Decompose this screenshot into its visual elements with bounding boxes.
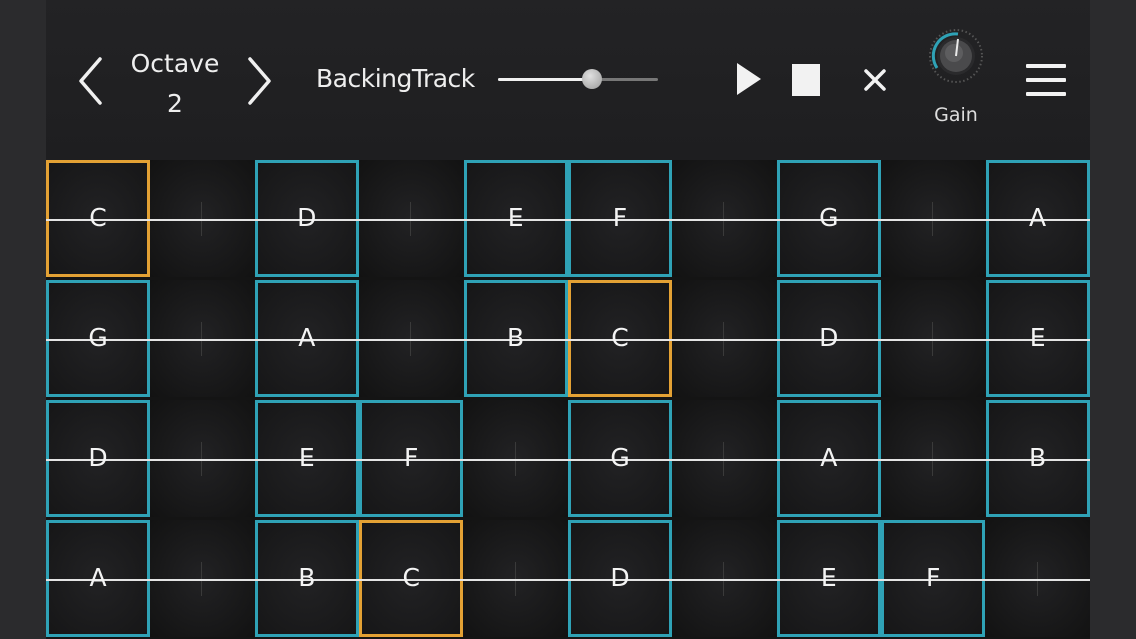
close-icon[interactable] xyxy=(860,64,890,96)
note-label: F xyxy=(612,203,628,232)
fretboard-row: A B C D E F xyxy=(46,520,1090,639)
note-label: B xyxy=(298,563,316,592)
root-note-pad[interactable]: C xyxy=(359,520,464,637)
note-label: B xyxy=(507,323,525,352)
scale-note-pad[interactable]: F xyxy=(568,160,672,277)
scale-note-pad[interactable]: G xyxy=(568,400,672,517)
backing-track-volume-slider[interactable] xyxy=(498,68,658,92)
right-frame xyxy=(1090,0,1136,639)
note-label: B xyxy=(1029,443,1047,472)
note-label: F xyxy=(925,563,941,592)
scale-note-pad[interactable]: E xyxy=(463,160,568,277)
octave-value: 2 xyxy=(167,89,183,118)
scale-note-pad[interactable]: F xyxy=(359,400,464,517)
hamburger-menu-icon[interactable] xyxy=(1026,62,1066,98)
scale-note-pad[interactable]: A xyxy=(46,520,150,637)
note-label: C xyxy=(402,563,420,592)
note-label: G xyxy=(610,443,630,472)
note-label: A xyxy=(820,443,838,472)
scale-note-pad[interactable]: B xyxy=(463,280,568,397)
note-label: A xyxy=(89,563,107,592)
octave-label: Octave xyxy=(130,49,220,78)
note-label: A xyxy=(298,323,316,352)
backing-track-label: BackingTrack xyxy=(316,64,475,93)
string-line xyxy=(46,339,1090,341)
note-label: E xyxy=(820,563,837,592)
note-label: G xyxy=(88,323,108,352)
note-label: D xyxy=(88,443,108,472)
note-label: C xyxy=(89,203,107,232)
gain-knob-icon[interactable] xyxy=(928,28,984,84)
octave-display: Octave 2 xyxy=(126,44,224,124)
scale-note-pad[interactable]: D xyxy=(254,160,359,277)
scale-note-pad[interactable]: F xyxy=(881,520,986,637)
slider-fill xyxy=(498,78,593,81)
chevron-left-icon[interactable] xyxy=(76,56,104,106)
note-label: D xyxy=(297,203,317,232)
slider-thumb[interactable] xyxy=(582,69,603,89)
fretboard-row: CDEFGA xyxy=(46,160,1090,280)
scale-note-pad[interactable]: D xyxy=(568,520,672,637)
note-label: C xyxy=(611,323,629,352)
note-label: G xyxy=(819,203,839,232)
note-label: F xyxy=(403,443,419,472)
scale-note-pad[interactable]: E xyxy=(776,520,881,637)
note-label: E xyxy=(1029,323,1046,352)
fretboard-row: GABCDE xyxy=(46,280,1090,400)
root-note-pad[interactable]: C xyxy=(568,280,672,397)
scale-note-pad[interactable]: D xyxy=(46,400,150,517)
left-frame xyxy=(0,0,46,639)
fretboard-grid: C D E F G A G A B C D E D E F G A B A B C D E F xyxy=(46,160,1090,639)
note-label: E xyxy=(507,203,524,232)
play-icon[interactable] xyxy=(736,62,762,96)
root-note-pad[interactable]: C xyxy=(46,160,150,277)
scale-note-pad[interactable]: E xyxy=(985,280,1090,397)
scale-note-pad[interactable]: A xyxy=(254,280,359,397)
string-line xyxy=(46,459,1090,461)
fretboard-row: DEFGAB xyxy=(46,400,1090,520)
scale-note-pad[interactable]: G xyxy=(776,160,881,277)
scale-note-pad[interactable]: B xyxy=(985,400,1090,517)
scale-note-pad[interactable]: E xyxy=(254,400,359,517)
note-label: D xyxy=(819,323,839,352)
stop-icon[interactable] xyxy=(792,64,820,96)
top-toolbar: Octave 2 BackingTrack Gain xyxy=(46,0,1090,160)
string-line xyxy=(46,219,1090,221)
note-label: A xyxy=(1029,203,1047,232)
scale-note-pad[interactable]: G xyxy=(46,280,150,397)
scale-note-pad[interactable]: D xyxy=(776,280,881,397)
chevron-right-icon[interactable] xyxy=(246,56,274,106)
scale-note-pad[interactable]: A xyxy=(985,160,1090,277)
note-label: D xyxy=(610,563,630,592)
note-label: E xyxy=(298,443,315,472)
scale-note-pad[interactable]: B xyxy=(254,520,359,637)
gain-label: Gain xyxy=(934,104,978,126)
scale-note-pad[interactable]: A xyxy=(776,400,881,517)
